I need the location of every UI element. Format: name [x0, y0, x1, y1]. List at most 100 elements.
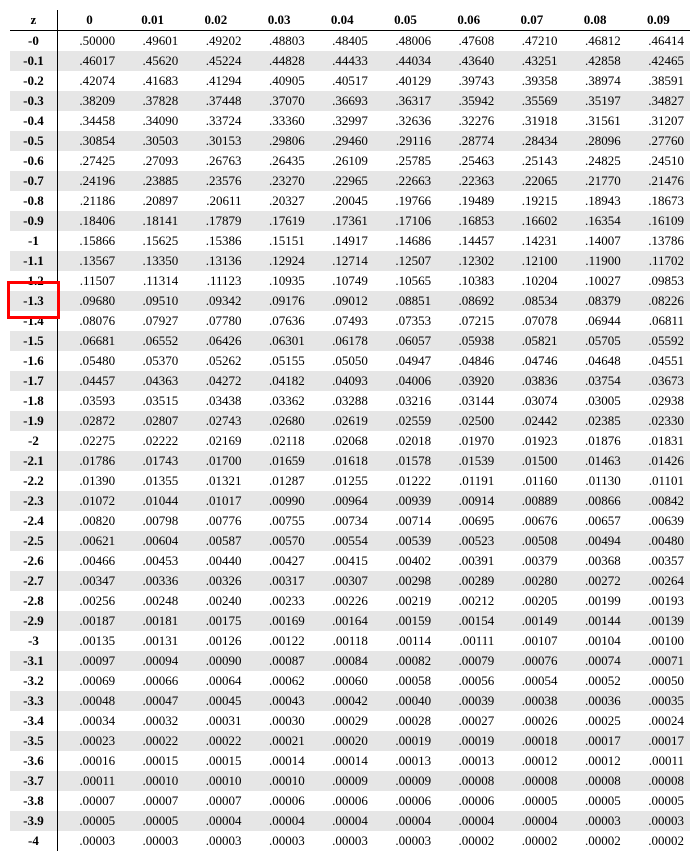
- row-header-z: -2.5: [10, 531, 57, 551]
- table-cell: .01355: [121, 471, 184, 491]
- table-cell: .48405: [311, 31, 374, 52]
- table-cell: .00714: [374, 511, 437, 531]
- row-header-z: -0.6: [10, 151, 57, 171]
- table-cell: .00034: [57, 711, 121, 731]
- table-row: -0.7.24196.23885.23576.23270.22965.22663…: [10, 171, 690, 191]
- row-header-z: -1.4: [10, 311, 57, 331]
- table-cell: .00005: [500, 791, 563, 811]
- table-cell: .00017: [564, 731, 627, 751]
- table-cell: .18943: [564, 191, 627, 211]
- table-cell: .00990: [247, 491, 310, 511]
- row-header-z: -3.2: [10, 671, 57, 691]
- table-cell: .00199: [564, 591, 627, 611]
- table-cell: .01876: [564, 431, 627, 451]
- table-cell: .00657: [564, 511, 627, 531]
- table-cell: .00368: [564, 551, 627, 571]
- table-cell: .46414: [627, 31, 690, 52]
- row-header-z: -2.3: [10, 491, 57, 511]
- table-cell: .05705: [564, 331, 627, 351]
- table-cell: .03438: [184, 391, 247, 411]
- table-cell: .00003: [57, 831, 121, 851]
- table-cell: .22663: [374, 171, 437, 191]
- table-row: -2.2.01390.01355.01321.01287.01255.01222…: [10, 471, 690, 491]
- row-header-z: -3: [10, 631, 57, 651]
- table-cell: .00379: [500, 551, 563, 571]
- table-cell: .01578: [374, 451, 437, 471]
- table-cell: .02743: [184, 411, 247, 431]
- table-cell: .00021: [247, 731, 310, 751]
- table-cell: .18673: [627, 191, 690, 211]
- row-header-z: -1.8: [10, 391, 57, 411]
- table-cell: .00004: [437, 811, 500, 831]
- table-cell: .08692: [437, 291, 500, 311]
- table-cell: .07780: [184, 311, 247, 331]
- z-table: z00.010.020.030.040.050.060.070.080.09 -…: [10, 10, 690, 851]
- table-cell: .02275: [57, 431, 121, 451]
- table-cell: .00007: [184, 791, 247, 811]
- table-cell: .02872: [57, 411, 121, 431]
- table-cell: .00272: [564, 571, 627, 591]
- table-cell: .09012: [311, 291, 374, 311]
- table-cell: .01700: [184, 451, 247, 471]
- table-cell: .00175: [184, 611, 247, 631]
- table-cell: .20897: [121, 191, 184, 211]
- table-cell: .00022: [121, 731, 184, 751]
- table-cell: .00144: [564, 611, 627, 631]
- table-cell: .00139: [627, 611, 690, 631]
- table-cell: .00087: [247, 651, 310, 671]
- table-cell: .07493: [311, 311, 374, 331]
- table-cell: .03074: [500, 391, 563, 411]
- table-row: -0.6.27425.27093.26763.26435.26109.25785…: [10, 151, 690, 171]
- table-cell: .02068: [311, 431, 374, 451]
- table-cell: .35942: [437, 91, 500, 111]
- table-cell: .35569: [500, 91, 563, 111]
- table-cell: .01287: [247, 471, 310, 491]
- table-cell: .00047: [121, 691, 184, 711]
- table-cell: .01160: [500, 471, 563, 491]
- table-cell: .46017: [57, 51, 121, 71]
- table-cell: .38209: [57, 91, 121, 111]
- table-cell: .00045: [184, 691, 247, 711]
- table-cell: .01101: [627, 471, 690, 491]
- row-header-z: -0.7: [10, 171, 57, 191]
- table-cell: .00014: [311, 751, 374, 771]
- table-cell: .00427: [247, 551, 310, 571]
- table-cell: .03144: [437, 391, 500, 411]
- table-cell: .25785: [374, 151, 437, 171]
- table-cell: .03288: [311, 391, 374, 411]
- table-cell: .09853: [627, 271, 690, 291]
- row-header-z: -0.3: [10, 91, 57, 111]
- table-cell: .13136: [184, 251, 247, 271]
- table-cell: .01463: [564, 451, 627, 471]
- table-cell: .00009: [374, 771, 437, 791]
- table-cell: .47210: [500, 31, 563, 52]
- table-cell: .00010: [184, 771, 247, 791]
- table-cell: .09680: [57, 291, 121, 311]
- table-row: -0.1.46017.45620.45224.44828.44433.44034…: [10, 51, 690, 71]
- table-cell: .50000: [57, 31, 121, 52]
- table-cell: .11507: [57, 271, 121, 291]
- table-cell: .05480: [57, 351, 121, 371]
- col-header: 0.04: [311, 10, 374, 31]
- table-cell: .00018: [500, 731, 563, 751]
- table-cell: .27760: [627, 131, 690, 151]
- table-cell: .17879: [184, 211, 247, 231]
- table-cell: .14007: [564, 231, 627, 251]
- table-cell: .00008: [564, 771, 627, 791]
- table-cell: .01786: [57, 451, 121, 471]
- table-cell: .14686: [374, 231, 437, 251]
- table-cell: .00056: [437, 671, 500, 691]
- table-cell: .00126: [184, 631, 247, 651]
- table-row: -0.8.21186.20897.20611.20327.20045.19766…: [10, 191, 690, 211]
- row-header-z: -1: [10, 231, 57, 251]
- table-cell: .00226: [311, 591, 374, 611]
- table-cell: .15386: [184, 231, 247, 251]
- table-cell: .01659: [247, 451, 310, 471]
- table-row: -0.5.30854.30503.30153.29806.29460.29116…: [10, 131, 690, 151]
- table-cell: .04648: [564, 351, 627, 371]
- table-cell: .00164: [311, 611, 374, 631]
- table-cell: .04363: [121, 371, 184, 391]
- table-cell: .01222: [374, 471, 437, 491]
- table-cell: .26435: [247, 151, 310, 171]
- table-cell: .20327: [247, 191, 310, 211]
